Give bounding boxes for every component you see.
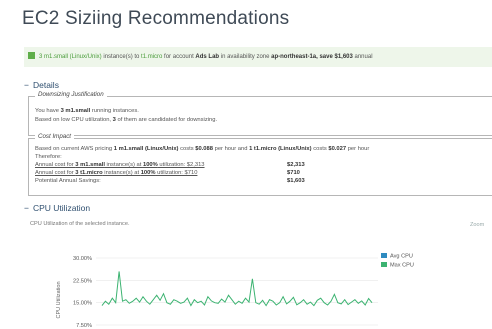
cpu-caption: CPU Utilization of the selected instance… [30,221,130,227]
notice-savings: , save $1,603 [316,54,353,60]
text: 1 m1.small (Linux/Unix) [113,146,179,152]
text: $0.027 [328,146,347,152]
text: per hour [346,146,370,152]
text: You have [35,108,61,114]
cost-line-2: Therefore: [35,154,62,160]
downsizing-justification-box: Downsizing Justification You have 3 m1.s… [28,91,492,136]
text: instance(s) at [104,162,143,168]
text: 3 m1.small [75,162,105,168]
y-tick-label: 22.50% [73,278,92,284]
legend-swatch-max [381,262,387,267]
cost-row-recommended-value: $710 [287,170,300,176]
details-heading: Details [32,80,59,90]
max-cpu-line [101,271,373,307]
notice-text: for account [162,54,196,60]
cost-row-current-value: $2,313 [287,162,305,168]
cost-impact-legend: Cost Impact [35,133,75,140]
collapse-icon: − [24,80,29,90]
page: EC2 Siziing Recommendations 3 m1.small (… [0,0,492,329]
text: Based on low CPU utilization, [35,117,113,123]
cost-row-savings: Potential Annual Savings: [35,178,101,184]
chart-legend[interactable]: Avg CPU Max CPU [381,253,414,269]
instance-count: 3 m1.small [60,108,91,114]
legend-label-avg: Avg CPU [390,254,413,260]
text: Based on current AWS pricing [35,146,114,152]
cost-line-1: Based on current AWS pricing 1 m1.small … [35,146,369,152]
cpu-utilization-chart: CPU Utilization 30.00%22.50%15.00%7.50% … [56,253,414,329]
notice-text: annual [352,54,373,60]
y-tick-label: 30.00% [73,256,92,262]
text: utilization: $2,313 [157,162,205,168]
collapse-icon: − [24,203,29,213]
notice-account: Ads Lab [195,54,220,60]
text: 100% [142,162,158,168]
text: per hour and [212,146,250,152]
cost-row-recommended[interactable]: Annual cost for 3 t1.micro instance(s) a… [35,170,197,176]
legend-label-max: Max CPU [390,263,414,269]
text: of them are candidated for downsizing. [115,117,218,123]
notice-instances[interactable]: 3 m1.small (Linux/Unix) [39,54,102,60]
text: costs [311,146,329,152]
title-bar: EC2 Siziing Recommendations [0,0,492,44]
text: 3 t1.micro [75,170,103,176]
text: $0.088 [195,146,213,152]
legend-swatch-avg [381,253,387,258]
cost-row-savings-value: $1,603 [287,178,305,184]
cpu-heading: CPU Utilization [32,203,91,213]
text: utilization: $710 [155,170,198,176]
text: costs [178,146,196,152]
y-tick-label: 7.50% [76,323,92,329]
downsizing-line-2: Based on low CPU utilization, 3 of them … [35,117,217,123]
text: instance(s) at [102,170,141,176]
success-icon [28,52,35,59]
y-axis-title: CPU Utilization [56,282,62,319]
details-toggle[interactable]: − Details [24,80,59,90]
text: running instances. [90,108,139,114]
cpu-toggle[interactable]: − CPU Utilization [24,203,90,213]
notice-target-type[interactable]: t1.micro [141,54,162,60]
text: 100% [140,170,156,176]
downsizing-line-1: You have 3 m1.small running instances. [35,108,139,114]
zoom-link[interactable]: Zoom [470,222,484,228]
text: 1 t1.micro (Linux/Unix) [249,146,312,152]
notice-text: instance(s) to [101,54,142,60]
notice-zone: ap-northeast-1a [271,54,317,60]
y-axis-ticks: 30.00% 22.50% 15.00% 7.50% [73,256,92,329]
recommendation-notice: 3 m1.small (Linux/Unix) instance(s) to t… [24,47,492,67]
text: Annual cost for [35,162,76,168]
cost-row-current[interactable]: Annual cost for 3 m1.small instance(s) a… [35,162,205,168]
notice-text: in availability zone [219,54,272,60]
page-title: EC2 Siziing Recommendations [22,8,290,29]
y-tick-label: 15.00% [73,301,92,307]
cost-impact-box: Cost Impact Based on current AWS pricing… [28,133,492,196]
chart-grid [96,257,378,326]
text: Annual cost for [35,170,76,176]
downsizing-legend: Downsizing Justification [35,91,107,98]
